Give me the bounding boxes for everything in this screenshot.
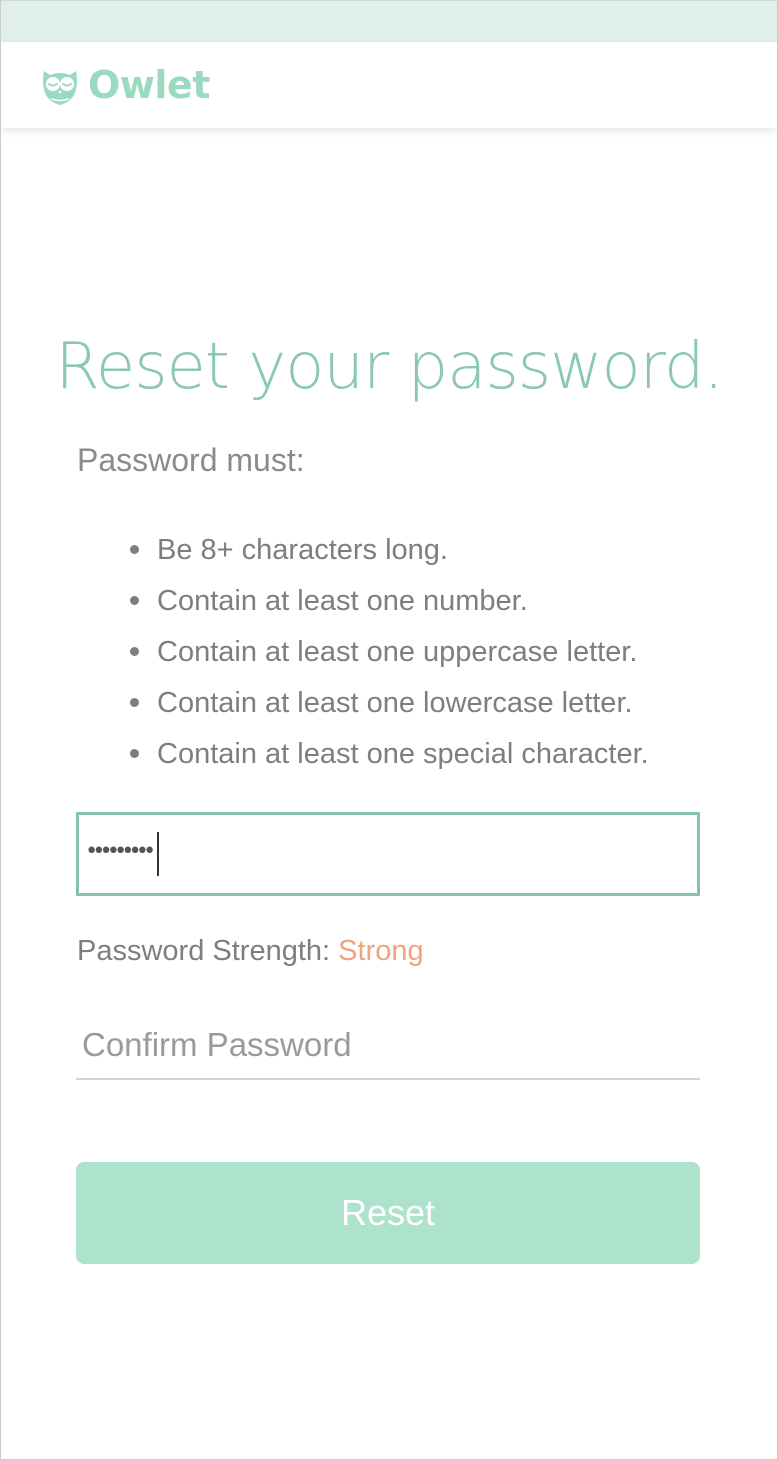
requirement-lowercase: Contain at least one lowercase letter. bbox=[126, 682, 649, 733]
password-masked-value: ••••••••• bbox=[85, 839, 156, 864]
reset-button[interactable]: Reset bbox=[76, 1162, 700, 1264]
password-requirements-list: Be 8+ characters long. Contain at least … bbox=[126, 529, 649, 784]
requirement-uppercase: Contain at least one uppercase letter. bbox=[126, 631, 649, 682]
requirement-length: Be 8+ characters long. bbox=[126, 529, 649, 580]
confirm-password-input[interactable] bbox=[76, 1012, 700, 1080]
requirement-special: Contain at least one special character. bbox=[126, 733, 649, 784]
text-caret bbox=[157, 832, 160, 876]
brand-name: Owlet bbox=[88, 63, 210, 107]
owlet-logo[interactable]: Owlet bbox=[38, 62, 210, 108]
requirement-number: Contain at least one number. bbox=[126, 580, 649, 631]
password-strength-value: Strong bbox=[338, 935, 424, 967]
page-title: Reset your password. bbox=[55, 330, 724, 404]
top-strip bbox=[0, 0, 778, 42]
requirements-intro: Password must: bbox=[77, 442, 305, 478]
password-strength-label: Password Strength: bbox=[77, 935, 331, 967]
new-password-input[interactable]: ••••••••• bbox=[76, 812, 700, 896]
password-strength: Password Strength: Strong bbox=[77, 931, 424, 971]
owl-icon bbox=[43, 71, 77, 105]
app-header: Owlet bbox=[0, 42, 778, 128]
